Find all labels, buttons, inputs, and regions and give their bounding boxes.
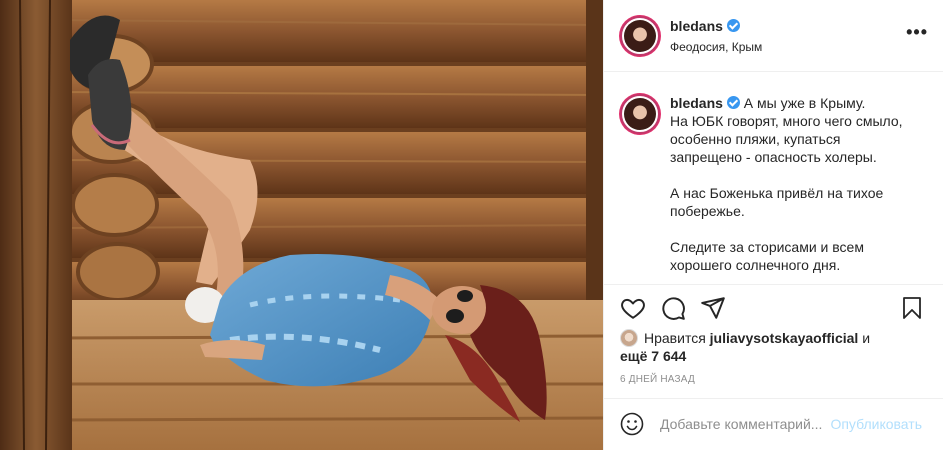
post-photo[interactable] bbox=[0, 0, 603, 450]
likes-summary: Нравится juliavysotskayaofficial и ещё 7… bbox=[620, 329, 930, 365]
caption-line-text: А мы уже в Крыму. bbox=[743, 95, 866, 111]
caption-line: особенно пляжи, купаться bbox=[670, 131, 841, 147]
caption-gap bbox=[670, 220, 932, 238]
caption-line: Следите за сторисами и всем bbox=[670, 239, 864, 255]
caption-line: bledans А мы уже в Крыму. bbox=[670, 94, 932, 112]
post-header: bledans Феодосия, Крым ••• bbox=[604, 0, 943, 72]
caption-gap bbox=[670, 166, 932, 184]
post-location[interactable]: Феодосия, Крым bbox=[670, 40, 762, 54]
likes-prefix: Нравится bbox=[644, 330, 706, 346]
likes-joiner: и bbox=[862, 330, 871, 346]
smiley-icon[interactable] bbox=[620, 412, 644, 436]
likes-line-2: ещё 7 644 bbox=[620, 347, 930, 365]
comment-input[interactable] bbox=[660, 413, 832, 435]
liker-username[interactable]: juliavysotskayaofficial bbox=[710, 330, 859, 346]
post-username[interactable]: bledans bbox=[670, 18, 740, 34]
paper-plane-icon[interactable] bbox=[700, 295, 726, 321]
caption-line: А нас Боженька привёл на тихое bbox=[670, 185, 884, 201]
post-timestamp[interactable]: 6 ДНЕЙ НАЗАД bbox=[620, 374, 695, 385]
caption-block: bledans А мы уже в Крыму. На ЮБК говорят… bbox=[604, 72, 943, 285]
caption-avatar[interactable] bbox=[620, 94, 660, 134]
post-photo-illustration bbox=[0, 0, 603, 450]
caption-username[interactable]: bledans bbox=[670, 95, 723, 111]
avatar[interactable] bbox=[620, 16, 660, 56]
verified-badge-icon bbox=[726, 96, 740, 109]
caption-line: запрещено - опасность холеры. bbox=[670, 149, 877, 165]
verified-badge-icon bbox=[726, 19, 740, 32]
comment-bar: Опубликовать bbox=[604, 398, 943, 450]
likes-others-link[interactable]: ещё 7 644 bbox=[620, 348, 686, 364]
more-options-icon[interactable]: ••• bbox=[906, 23, 928, 41]
post-sidebar: bledans Феодосия, Крым ••• bledans А мы … bbox=[603, 0, 943, 450]
likes-line-1: Нравится juliavysotskayaofficial и bbox=[620, 329, 930, 347]
heart-icon[interactable] bbox=[620, 295, 646, 321]
comment-icon[interactable] bbox=[660, 295, 686, 321]
caption-line: хорошего солнечного дня. bbox=[670, 257, 841, 273]
liker-avatar[interactable] bbox=[620, 329, 638, 347]
publish-button[interactable]: Опубликовать bbox=[830, 416, 922, 432]
caption-line: побережье. bbox=[670, 203, 745, 219]
post-username-text[interactable]: bledans bbox=[670, 18, 723, 34]
post-actions bbox=[604, 291, 943, 327]
bookmark-icon[interactable] bbox=[900, 295, 924, 321]
caption-text: bledans А мы уже в Крыму. На ЮБК говорят… bbox=[670, 94, 932, 274]
caption-line: На ЮБК говорят, много чего смыло, bbox=[670, 113, 903, 129]
